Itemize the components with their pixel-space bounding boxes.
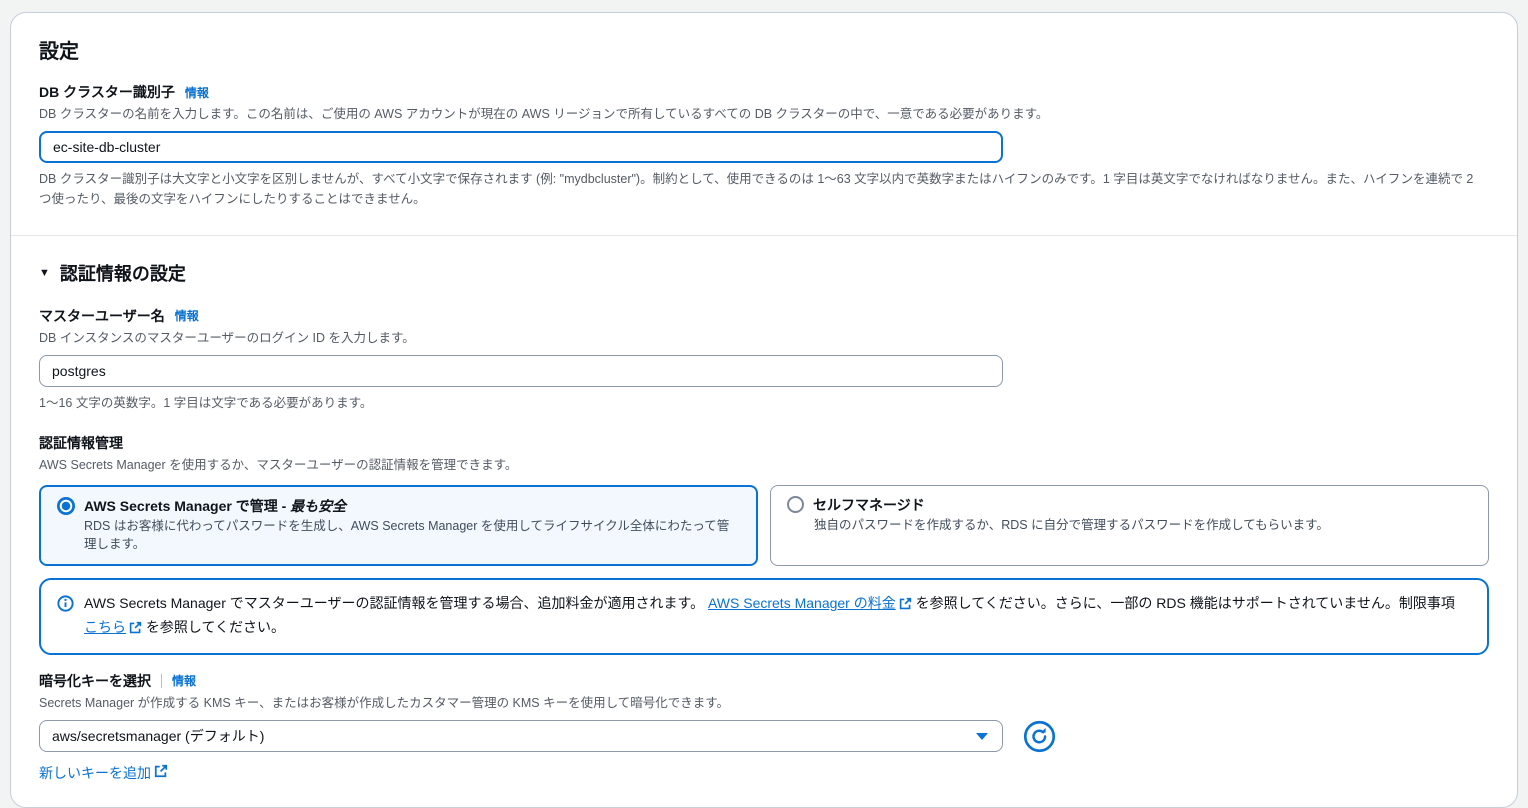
tile-secrets-manager-title: AWS Secrets Manager で管理 - 最も安全 bbox=[84, 496, 346, 516]
secrets-manager-pricing-link[interactable]: AWS Secrets Manager の料金 bbox=[708, 595, 912, 611]
add-new-key-row: 新しいキーを追加 bbox=[39, 763, 1489, 783]
encryption-key-description: Secrets Manager が作成する KMS キー、またはお客様が作成した… bbox=[39, 694, 1489, 712]
master-username-description: DB インスタンスのマスターユーザーのログイン ID を入力します。 bbox=[39, 329, 1489, 347]
credentials-management-label: 認証情報管理 bbox=[39, 433, 1489, 453]
encryption-key-select-row: aws/secretsmanager (デフォルト) bbox=[39, 720, 1489, 753]
page-title: 設定 bbox=[39, 35, 1489, 64]
settings-section: 設定 DB クラスター識別子 情報 DB クラスターの名前を入力します。この名前… bbox=[11, 13, 1517, 235]
alert-text-2: を参照してください。さらに、一部の RDS 機能はサポートされていません。制限事… bbox=[912, 595, 1455, 611]
encryption-key-selected-value: aws/secretsmanager (デフォルト) bbox=[52, 726, 264, 746]
refresh-keys-button[interactable] bbox=[1023, 720, 1056, 753]
tile-self-managed-title: セルフマネージド bbox=[813, 495, 925, 515]
external-link-icon bbox=[154, 764, 168, 781]
credentials-section-title: 認証情報の設定 bbox=[60, 260, 186, 286]
radio-selected-icon[interactable] bbox=[57, 497, 75, 515]
db-cluster-identifier-label: DB クラスター識別子 bbox=[39, 82, 175, 102]
alert-text-1: AWS Secrets Manager でマスターユーザーの認証情報を管理する場… bbox=[84, 595, 708, 611]
db-cluster-identifier-description: DB クラスターの名前を入力します。この名前は、ご使用の AWS アカウントが現… bbox=[39, 105, 1489, 123]
db-cluster-identifier-input[interactable] bbox=[39, 131, 1003, 163]
add-new-key-link[interactable]: 新しいキーを追加 bbox=[39, 763, 168, 783]
credentials-section-header[interactable]: ▼ 認証情報の設定 bbox=[39, 260, 1489, 286]
master-username-label: マスターユーザー名 bbox=[39, 306, 165, 326]
caret-down-icon bbox=[976, 733, 988, 740]
tile-secrets-manager-description: RDS はお客様に代わってパスワードを生成し、AWS Secrets Manag… bbox=[84, 517, 740, 555]
credentials-management-tiles: AWS Secrets Manager で管理 - 最も安全 RDS はお客様に… bbox=[39, 485, 1489, 567]
label-divider bbox=[161, 674, 162, 688]
secrets-manager-info-alert: AWS Secrets Manager でマスターユーザーの認証情報を管理する場… bbox=[39, 578, 1489, 655]
master-username-input[interactable] bbox=[39, 355, 1003, 387]
radio-unselected-icon[interactable] bbox=[787, 496, 804, 513]
encryption-key-label-row: 暗号化キーを選択 情報 bbox=[39, 671, 1489, 691]
tile-secrets-manager[interactable]: AWS Secrets Manager で管理 - 最も安全 RDS はお客様に… bbox=[39, 485, 758, 567]
master-username-info-link[interactable]: 情報 bbox=[175, 307, 199, 324]
tile-self-managed[interactable]: セルフマネージド 独自のパスワードを作成するか、RDS に自分で管理するパスワー… bbox=[770, 485, 1489, 567]
alert-text: AWS Secrets Manager でマスターユーザーの認証情報を管理する場… bbox=[84, 592, 1471, 641]
settings-card: 設定 DB クラスター識別子 情報 DB クラスターの名前を入力します。この名前… bbox=[10, 12, 1518, 808]
external-link-icon bbox=[899, 594, 912, 616]
external-link-icon bbox=[129, 618, 142, 640]
info-icon bbox=[57, 592, 74, 641]
credentials-section: ▼ 認証情報の設定 マスターユーザー名 情報 DB インスタンスのマスターユーザ… bbox=[11, 236, 1517, 807]
tile-self-managed-description: 独自のパスワードを作成するか、RDS に自分で管理するパスワードを作成してもらい… bbox=[814, 516, 1472, 535]
db-cluster-identifier-info-link[interactable]: 情報 bbox=[185, 84, 209, 101]
master-username-constraint: 1～16 文字の英数字。1 字目は文字である必要があります。 bbox=[39, 394, 1489, 413]
limitations-link[interactable]: こちら bbox=[84, 619, 142, 635]
alert-text-3: を参照してください。 bbox=[142, 619, 285, 635]
chevron-down-icon: ▼ bbox=[39, 267, 50, 279]
master-username-label-row: マスターユーザー名 情報 bbox=[39, 306, 1489, 326]
credentials-management-description: AWS Secrets Manager を使用するか、マスターユーザーの認証情報… bbox=[39, 456, 1489, 474]
encryption-key-info-link[interactable]: 情報 bbox=[172, 672, 196, 689]
db-cluster-identifier-constraint: DB クラスター識別子は大文字と小文字を区別しませんが、すべて小文字で保存されま… bbox=[39, 170, 1489, 209]
db-cluster-identifier-label-row: DB クラスター識別子 情報 bbox=[39, 82, 1489, 102]
encryption-key-label: 暗号化キーを選択 bbox=[39, 671, 151, 691]
encryption-key-select[interactable]: aws/secretsmanager (デフォルト) bbox=[39, 720, 1003, 752]
